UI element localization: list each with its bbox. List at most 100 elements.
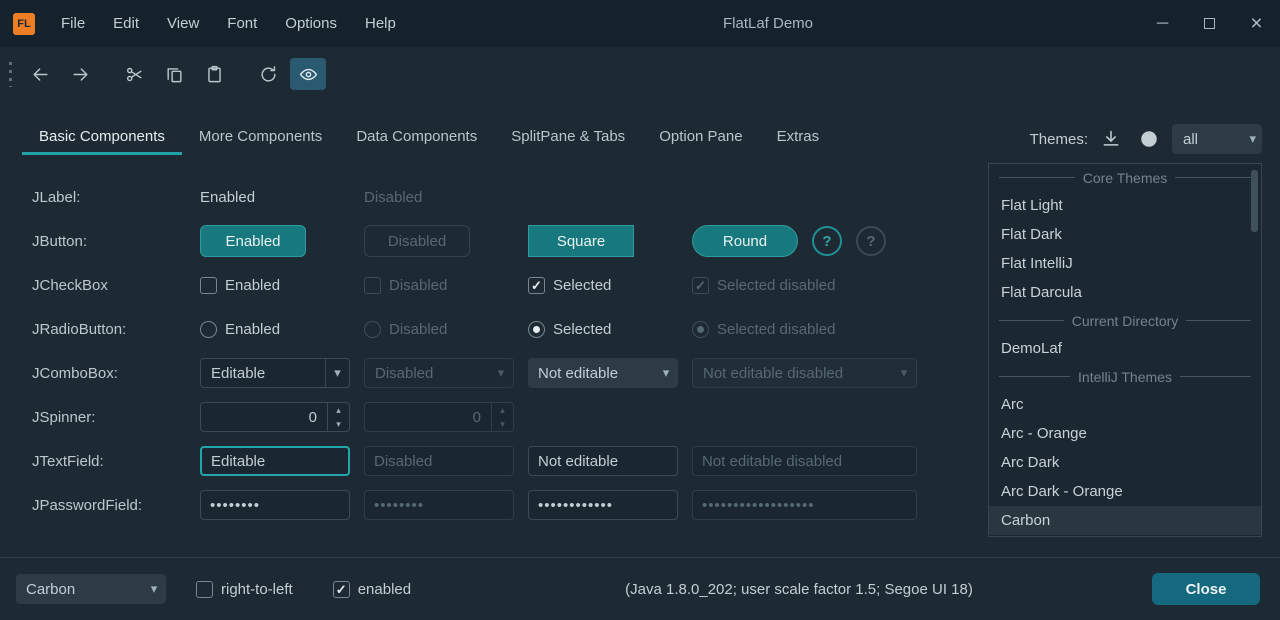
textfield-editable[interactable]: Editable xyxy=(200,446,350,476)
combobox-editable[interactable]: Editable ▾ xyxy=(200,358,350,388)
square-button[interactable]: Square xyxy=(528,225,634,257)
menu-edit[interactable]: Edit xyxy=(99,8,153,39)
tab-splitpane-tabs[interactable]: SplitPane & Tabs xyxy=(494,118,642,155)
checkbox-selected[interactable]: Selected xyxy=(528,277,611,294)
disabled-button[interactable]: Disabled xyxy=(364,225,470,257)
theme-list-scrollbar[interactable] xyxy=(1251,170,1258,232)
theme-item-carbon[interactable]: Carbon xyxy=(989,506,1261,535)
chevron-down-icon[interactable]: ▾ xyxy=(654,358,678,388)
tab-more-components[interactable]: More Components xyxy=(182,118,339,155)
theme-item-arc-dark-orange[interactable]: Arc Dark - Orange xyxy=(989,477,1261,506)
show-hidden-toggle-button[interactable] xyxy=(290,58,326,90)
scissors-icon xyxy=(125,65,144,84)
jradiobutton-row-label: JRadioButton: xyxy=(32,321,200,338)
cut-button[interactable] xyxy=(116,58,152,90)
spinner-arrows xyxy=(327,403,349,431)
themes-label: Themes: xyxy=(1030,131,1088,148)
menu-options[interactable]: Options xyxy=(271,8,351,39)
tab-strip: Basic Components More Components Data Co… xyxy=(0,118,1280,160)
forward-button[interactable] xyxy=(62,58,98,90)
tab-data-components[interactable]: Data Components xyxy=(339,118,494,155)
textfield-disabled[interactable]: Disabled xyxy=(364,446,514,476)
combobox-not-editable-disabled[interactable]: Not editable disabled ▾ xyxy=(692,358,917,388)
theme-item-demolaf[interactable]: DemoLaf xyxy=(989,334,1261,363)
enabled-button[interactable]: Enabled xyxy=(200,225,306,257)
checkbox-label: Selected disabled xyxy=(717,277,835,294)
checkbox-icon xyxy=(200,277,217,294)
minimize-button[interactable]: ─ xyxy=(1139,0,1186,47)
theme-item-arc-dark[interactable]: Arc Dark xyxy=(989,448,1261,477)
themes-header: Themes: all ▾ xyxy=(1030,118,1262,160)
chevron-down-icon[interactable]: ▾ xyxy=(325,359,349,387)
spinner-down-icon[interactable] xyxy=(328,417,349,431)
checkbox-checked-icon xyxy=(528,277,545,294)
radio-enabled[interactable]: Enabled xyxy=(200,321,280,338)
close-button[interactable]: Close xyxy=(1152,573,1260,605)
combobox-disabled[interactable]: Disabled ▾ xyxy=(364,358,514,388)
radio-selected[interactable]: Selected xyxy=(528,321,611,338)
right-to-left-checkbox[interactable]: right-to-left xyxy=(196,581,293,598)
radio-label: Disabled xyxy=(389,321,447,338)
help-button[interactable]: ? xyxy=(812,226,842,256)
jcombobox-row-label: JComboBox: xyxy=(32,365,200,382)
spinner-down-icon xyxy=(492,417,513,431)
checkbox-enabled[interactable]: Enabled xyxy=(200,277,280,294)
chevron-down-icon[interactable]: ▾ xyxy=(142,574,166,604)
environment-info: (Java 1.8.0_202; user scale factor 1.5; … xyxy=(625,581,973,598)
menu-file[interactable]: File xyxy=(47,8,99,39)
checkbox-selected-disabled[interactable]: Selected disabled xyxy=(692,277,835,294)
theme-item-flat-darcula[interactable]: Flat Darcula xyxy=(989,278,1261,307)
combobox-value: Editable xyxy=(201,365,325,382)
refresh-button[interactable] xyxy=(250,58,286,90)
github-icon xyxy=(1139,129,1159,149)
back-button[interactable] xyxy=(22,58,58,90)
password-dots: •••••••• xyxy=(374,497,424,514)
lookandfeel-combobox[interactable]: Carbon ▾ xyxy=(16,574,166,604)
close-window-button[interactable]: × xyxy=(1233,0,1280,47)
checkbox-label: Selected xyxy=(553,277,611,294)
spinner-enabled[interactable]: 0 xyxy=(200,402,350,432)
theme-filter-combobox[interactable]: all ▾ xyxy=(1172,124,1262,154)
help-button-disabled[interactable]: ? xyxy=(856,226,886,256)
theme-item-flat-dark[interactable]: Flat Dark xyxy=(989,220,1261,249)
passwordfield-not-editable[interactable]: •••••••••••• xyxy=(528,490,678,520)
tab-extras[interactable]: Extras xyxy=(760,118,837,155)
spinner-up-icon[interactable] xyxy=(328,403,349,417)
radio-disabled[interactable]: Disabled xyxy=(364,321,447,338)
spinner-disabled[interactable]: 0 xyxy=(364,402,514,432)
chevron-down-icon: ▾ xyxy=(892,359,916,387)
passwordfield-not-editable-disabled[interactable]: •••••••••••••••••• xyxy=(692,490,917,520)
radio-label: Selected xyxy=(553,321,611,338)
chevron-down-icon: ▾ xyxy=(489,359,513,387)
paste-button[interactable] xyxy=(196,58,232,90)
toolbar-grip[interactable] xyxy=(9,62,12,87)
tab-basic-components[interactable]: Basic Components xyxy=(22,118,182,155)
theme-item-flat-intellij[interactable]: Flat IntelliJ xyxy=(989,249,1261,278)
jbutton-row-label: JButton: xyxy=(32,233,200,250)
passwordfield-disabled[interactable]: •••••••• xyxy=(364,490,514,520)
radio-icon xyxy=(364,321,381,338)
textfield-not-editable-disabled[interactable]: Not editable disabled xyxy=(692,446,917,476)
radio-selected-disabled[interactable]: Selected disabled xyxy=(692,321,835,338)
github-button[interactable] xyxy=(1134,124,1164,154)
round-button[interactable]: Round xyxy=(692,225,798,257)
combobox-not-editable[interactable]: Not editable ▾ xyxy=(528,358,678,388)
tab-option-pane[interactable]: Option Pane xyxy=(642,118,759,155)
checkbox-disabled[interactable]: Disabled xyxy=(364,277,447,294)
menu-view[interactable]: View xyxy=(153,8,213,39)
jbutton-row: JButton: Enabled Disabled Square Round ?… xyxy=(32,219,917,263)
jlabel-disabled: Disabled xyxy=(364,189,422,206)
menu-font[interactable]: Font xyxy=(213,8,271,39)
maximize-button[interactable] xyxy=(1186,0,1233,47)
textfield-not-editable[interactable]: Not editable xyxy=(528,446,678,476)
theme-item-arc[interactable]: Arc xyxy=(989,390,1261,419)
copy-button[interactable] xyxy=(156,58,192,90)
download-themes-button[interactable] xyxy=(1096,124,1126,154)
password-dots: •••••••••••••••••• xyxy=(702,497,815,514)
theme-item-flat-light[interactable]: Flat Light xyxy=(989,191,1261,220)
enabled-checkbox[interactable]: enabled xyxy=(333,581,411,598)
theme-item-arc-orange[interactable]: Arc - Orange xyxy=(989,419,1261,448)
spinner-value[interactable]: 0 xyxy=(201,403,327,431)
menu-help[interactable]: Help xyxy=(351,8,410,39)
passwordfield-editable[interactable]: •••••••• xyxy=(200,490,350,520)
